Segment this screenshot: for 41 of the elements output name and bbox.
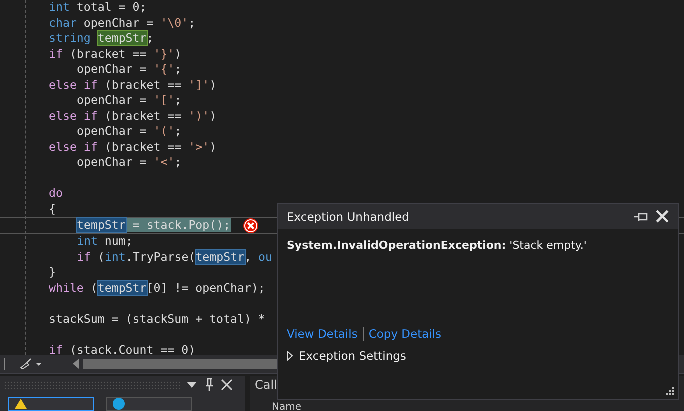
code-line: openChar = '<'; [77, 155, 182, 170]
code-line: openChar = '['; [77, 93, 182, 108]
column-header: Name [271, 403, 303, 411]
filter-button[interactable] [106, 397, 192, 411]
error-icon [242, 218, 259, 234]
code-line: string tempStr; [49, 31, 154, 46]
code-line: while (tempStr[0] != openChar); [49, 280, 266, 296]
code-line: openChar = '('; [77, 124, 182, 140]
code-line: if (bracket == '}') [49, 46, 182, 62]
code-line: if (int.TryParse(tempStr, ou [77, 250, 273, 265]
dropdown-icon[interactable] [187, 382, 197, 388]
exception-settings-toggle[interactable]: Exception Settings [287, 349, 406, 363]
code-line: else if (bracket == ')') [49, 108, 217, 124]
pin-icon[interactable] [204, 378, 214, 392]
pin-icon[interactable] [634, 212, 648, 222]
popup-title: Exception Unhandled [287, 210, 410, 224]
code-line: int num; [77, 234, 133, 250]
horizontal-scrollbar[interactable] [83, 359, 278, 369]
code-line: } [49, 265, 56, 280]
code-line: char openChar = '\0'; [49, 16, 196, 31]
expand-icon [287, 351, 293, 361]
filter-button[interactable] [8, 397, 94, 411]
code-line: stackSum = (stackSum + total) * [49, 312, 266, 327]
details-link[interactable]: Copy Details [368, 327, 442, 341]
scroll-left-icon[interactable] [73, 359, 79, 369]
code-line: openChar = '{'; [77, 62, 182, 78]
code-line: else if (bracket == '>') [49, 140, 217, 155]
details-link[interactable]: View Details [287, 327, 358, 341]
info-icon [113, 398, 125, 410]
resize-grip-icon[interactable] [666, 387, 674, 395]
code-line: if (stack.Count == 0) [49, 342, 196, 355]
code-line: int total = 0; [49, 0, 147, 16]
close-icon[interactable] [221, 379, 233, 391]
warning-icon [15, 399, 27, 409]
code-line: tempStr = stack.Pop(); [77, 218, 231, 234]
code-line: else if (bracket == ']') [49, 78, 217, 93]
exception-message: System.InvalidOperationException: 'Stack empty.' [287, 239, 588, 252]
code-line: do [49, 186, 63, 202]
close-icon[interactable] [656, 210, 669, 223]
brush-dropdown-icon[interactable] [19, 358, 43, 370]
code-line: { [49, 202, 56, 217]
